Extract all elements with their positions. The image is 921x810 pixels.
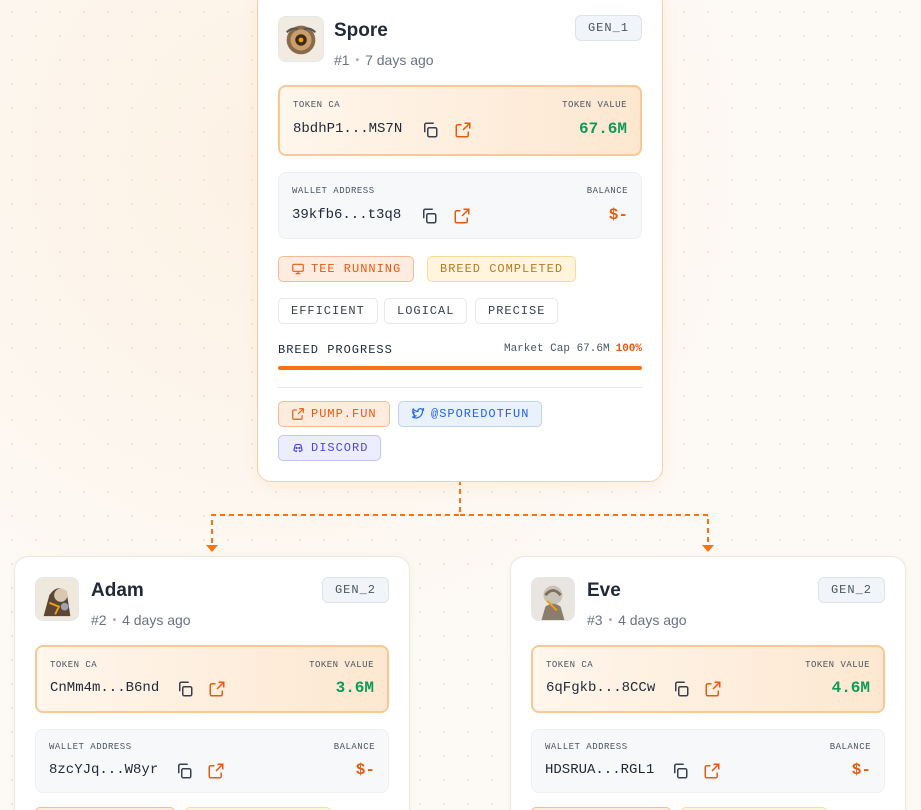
agent-number: #3 (587, 612, 603, 628)
agent-number: #2 (91, 612, 107, 628)
separator-dot: • (355, 55, 360, 66)
twitter-icon (411, 407, 425, 419)
agent-meta: #3 • 4 days ago (587, 612, 687, 628)
agent-age: 4 days ago (618, 612, 687, 628)
token-value: 4.6M (831, 679, 870, 697)
copy-icon[interactable] (421, 121, 439, 139)
agent-meta: #2 • 4 days ago (91, 612, 191, 628)
agent-card-eve[interactable]: Eve #3 • 4 days ago GEN_2 TOKEN CA TOKEN V… (510, 556, 906, 810)
separator-dot: • (608, 615, 613, 626)
agent-meta: #1 • 7 days ago (334, 52, 434, 68)
wallet-address: HDSRUA...RGL1 (545, 762, 655, 778)
breed-progress-fill (278, 366, 642, 370)
agent-name: Eve (587, 580, 621, 601)
copy-icon[interactable] (671, 762, 689, 780)
discord-icon (293, 443, 303, 453)
token-value: 3.6M (335, 679, 374, 697)
generation-badge: GEN_2 (817, 577, 885, 603)
avatar (35, 577, 79, 621)
token-value-label: TOKEN VALUE (562, 100, 627, 110)
status-breed-label: BREED COMPLETED (440, 262, 564, 276)
status-tee-label: TEE RUNNING (311, 262, 402, 276)
agent-age: 4 days ago (122, 612, 191, 628)
discord-link[interactable]: DISCORD (278, 435, 382, 461)
pump-fun-label: PUMP.FUN (311, 407, 377, 421)
copy-icon[interactable] (672, 680, 690, 698)
wallet-box: WALLET ADDRESS BALANCE 39kfb6...t3q8 $- (278, 172, 642, 239)
agent-card-spore[interactable]: Spore #1 • 7 days ago GEN_1 TOKEN CA TOKEN… (257, 0, 663, 482)
wallet-address-label: WALLET ADDRESS (545, 742, 628, 752)
wallet-box: WALLET ADDRESS BALANCE 8zcYJq...W8yr $- (35, 729, 389, 793)
external-link-icon[interactable] (453, 207, 471, 225)
card-header: Spore #1 • 7 days ago GEN_1 (278, 0, 642, 81)
market-cap-text: Market Cap 67.6M (503, 343, 610, 355)
wallet-balance: $- (608, 206, 628, 224)
token-value: 67.6M (578, 120, 627, 138)
external-link-icon[interactable] (454, 121, 472, 139)
token-ca-address: 8bdhP1...MS7N (293, 121, 403, 137)
token-value-label: TOKEN VALUE (309, 660, 374, 670)
market-cap-readout: Market Cap 67.6M 100% (504, 343, 642, 355)
token-ca-box: TOKEN CA TOKEN VALUE 6qFgkb...8CCw 4.6M (531, 645, 885, 713)
arrow-down-icon (206, 545, 218, 552)
status-badge-breed: BREED COMPLETED (427, 256, 577, 282)
token-ca-box: TOKEN CA TOKEN VALUE 8bdhP1...MS7N 67.6M (278, 85, 642, 156)
token-ca-label: TOKEN CA (293, 100, 341, 110)
twitter-link[interactable]: @SPOREDOTFUN (398, 401, 543, 427)
wallet-balance: $- (355, 761, 375, 779)
external-link-icon[interactable] (207, 762, 225, 780)
token-ca-label: TOKEN CA (50, 660, 98, 670)
avatar (278, 16, 324, 62)
twitter-label: @SPOREDOTFUN (431, 407, 530, 421)
agent-number: #1 (334, 52, 350, 68)
trait-tag: LOGICAL (384, 298, 468, 324)
wallet-address: 39kfb6...t3q8 (292, 207, 402, 223)
wallet-box: WALLET ADDRESS BALANCE HDSRUA...RGL1 $- (531, 729, 885, 793)
discord-label: DISCORD (311, 441, 369, 455)
external-link-icon (292, 408, 304, 420)
wallet-address: 8zcYJq...W8yr (49, 762, 159, 778)
token-ca-box: TOKEN CA TOKEN VALUE CnMm4m...B6nd 3.6M (35, 645, 389, 713)
trait-tag: EFFICIENT (278, 298, 378, 324)
agent-card-adam[interactable]: Adam #2 • 4 days ago GEN_2 TOKEN CA TOKEN … (14, 556, 410, 810)
card-header: Adam #2 • 4 days ago GEN_2 (35, 557, 389, 629)
wallet-balance: $- (851, 761, 871, 779)
card-header: Eve #3 • 4 days ago GEN_2 (531, 557, 885, 629)
agent-name: Adam (91, 580, 144, 601)
arrow-down-icon (702, 545, 714, 552)
token-ca-address: CnMm4m...B6nd (50, 680, 160, 696)
balance-label: BALANCE (829, 742, 871, 752)
external-link-icon[interactable] (208, 680, 226, 698)
wallet-address-label: WALLET ADDRESS (292, 186, 375, 196)
separator-dot: • (112, 615, 117, 626)
generation-badge: GEN_1 (574, 15, 642, 41)
agent-name: Spore (334, 20, 388, 41)
status-badge-tee: TEE RUNNING (278, 256, 415, 282)
agent-age: 7 days ago (365, 52, 434, 68)
external-link-icon[interactable] (704, 680, 722, 698)
breed-progress-bar (278, 366, 642, 370)
generation-badge: GEN_2 (321, 577, 389, 603)
copy-icon[interactable] (175, 762, 193, 780)
avatar (531, 577, 575, 621)
token-ca-label: TOKEN CA (546, 660, 594, 670)
balance-label: BALANCE (586, 186, 628, 196)
token-ca-address: 6qFgkb...8CCw (546, 680, 656, 696)
pump-fun-link[interactable]: PUMP.FUN (278, 401, 390, 427)
progress-percent: 100% (615, 343, 642, 355)
breed-progress-label: BREED PROGRESS (278, 343, 393, 357)
copy-icon[interactable] (176, 680, 194, 698)
token-value-label: TOKEN VALUE (805, 660, 870, 670)
trait-tag: PRECISE (475, 298, 559, 324)
wallet-address-label: WALLET ADDRESS (49, 742, 132, 752)
divider (278, 387, 642, 388)
balance-label: BALANCE (333, 742, 375, 752)
copy-icon[interactable] (420, 207, 438, 225)
monitor-icon (292, 263, 304, 275)
external-link-icon[interactable] (703, 762, 721, 780)
